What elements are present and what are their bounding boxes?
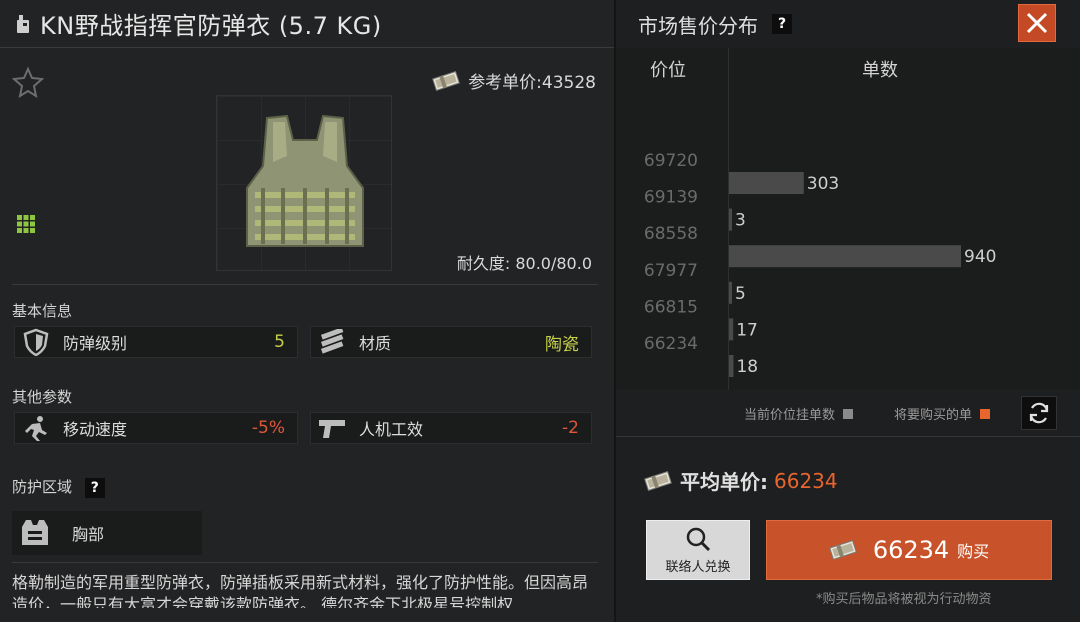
legend-current: 当前价位挂单数 [744,404,854,423]
divider [12,562,598,563]
bar-value-label: 303 [807,174,839,194]
chart-bar [729,355,734,377]
price-tick-label: 69139 [644,188,698,208]
bar-value-label: 18 [736,357,758,377]
legend-buy-swatch [980,408,991,419]
average-price-label: 平均单价: [680,470,768,494]
ceramic-plates-icon [315,327,349,357]
search-icon [686,527,711,551]
close-button[interactable] [1018,4,1056,42]
close-icon [1026,12,1048,34]
buy-label: 购买 [957,542,990,561]
material-label: 材质 [359,334,392,353]
armor-class-stat: 防弹级别 5 [14,326,298,358]
protection-zone-label: 胸部 [72,525,105,544]
protection-zone-chest: 胸部 [12,511,202,555]
money-icon [828,539,857,561]
armor-category-icon [14,13,32,35]
item-header: KN野战指挥官防弹衣 (5.7 KG) [0,0,614,48]
money-icon [432,70,461,91]
contact-exchange-label: 联络人兑换 [665,559,731,575]
protection-zone-heading-text: 防护区域 [12,478,73,496]
material-value: 陶瓷 [545,334,579,355]
price-tick-label: 69720 [644,151,698,171]
ergonomics-label: 人机工效 [359,420,424,439]
material-stat: 材质 陶瓷 [310,326,592,358]
item-description: 格勒制造的军用重型防弹衣，防弹插板采用新式材料，强化了防护性能。但因高昂造价，一… [12,573,589,608]
bar-value-label: 940 [964,247,996,267]
contact-exchange-button[interactable]: 联络人兑换 [646,520,750,580]
refresh-button[interactable] [1021,396,1057,430]
body-armor-vest-image [246,114,364,247]
chart-plot: 69720 69139 68558 67977 66815 66234 303 3 940 5 17… [644,151,996,377]
market-title: 市场售价分布 [638,13,758,38]
favorite-star-icon[interactable] [11,66,45,99]
move-speed-value: -5% [251,418,285,438]
chart-bar [729,318,734,341]
price-column-header: 价位 [650,60,686,81]
market-panel: 市场售价分布 ? 价位 单数 69720 69139 68558 67977 66815… [616,0,1080,622]
divider [616,436,1080,437]
chart-bar [729,208,732,231]
refresh-icon [1029,402,1049,424]
price-tick-label: 66234 [644,334,698,354]
legend-current-swatch [843,408,854,419]
armor-class-label: 防弹级别 [63,334,128,353]
armor-class-value: 5 [274,332,285,352]
price-tick-label: 67977 [644,261,698,281]
ergonomics-stat: 人机工效 -2 [310,412,592,444]
price-tick-label: 68558 [644,224,698,244]
bar-value-label: 5 [735,284,746,304]
move-speed-stat: 移动速度 -5% [14,412,298,444]
shield-icon [19,327,53,357]
count-column-header: 单数 [862,60,898,81]
reference-price-text: 参考单价:43528 [468,73,596,93]
price-tick-label: 66815 [644,297,698,317]
chart-bar [729,245,961,268]
chart-bar [729,172,804,194]
basic-info-heading: 基本信息 [12,302,73,320]
ergonomics-value: -2 [562,418,579,438]
divider [12,284,598,285]
legend-buy: 将要购买的单 [894,404,991,423]
chest-armor-icon [18,517,52,553]
legend-buy-label: 将要购买的单 [894,408,973,423]
help-icon[interactable]: ? [84,477,105,498]
bar-value-label: 17 [736,320,758,340]
money-icon [644,470,672,491]
help-icon[interactable]: ? [772,14,792,34]
item-image-frame [216,95,392,271]
running-figure-icon [19,413,53,443]
buy-price: 66234 [872,536,950,564]
buy-button[interactable]: 66234 购买 [766,520,1052,580]
protection-zone-heading: 防护区域 ? [12,476,105,498]
chart-bar [729,281,732,304]
average-price-value: 66234 [774,468,838,493]
item-title: KN野战指挥官防弹衣 (5.7 KG) [40,12,382,40]
item-detail-panel: KN野战指挥官防弹衣 (5.7 KG) 参考单价:43528 耐久度: 80.0… [0,0,614,622]
other-params-heading: 其他参数 [12,388,73,406]
purchase-note: *购买后物品将被视为行动物资 [816,592,992,607]
market-header: 市场售价分布 ? [616,0,1080,48]
pistol-icon [315,413,349,443]
move-speed-label: 移动速度 [63,420,128,439]
reference-price: 参考单价:43528 [432,68,596,93]
legend-current-label: 当前价位挂单数 [744,408,836,423]
bar-value-label: 3 [735,211,746,231]
average-price: 平均单价: 66234 [644,466,838,495]
grid-size-icon [16,214,36,234]
durability-text: 耐久度: 80.0/80.0 [456,254,592,273]
